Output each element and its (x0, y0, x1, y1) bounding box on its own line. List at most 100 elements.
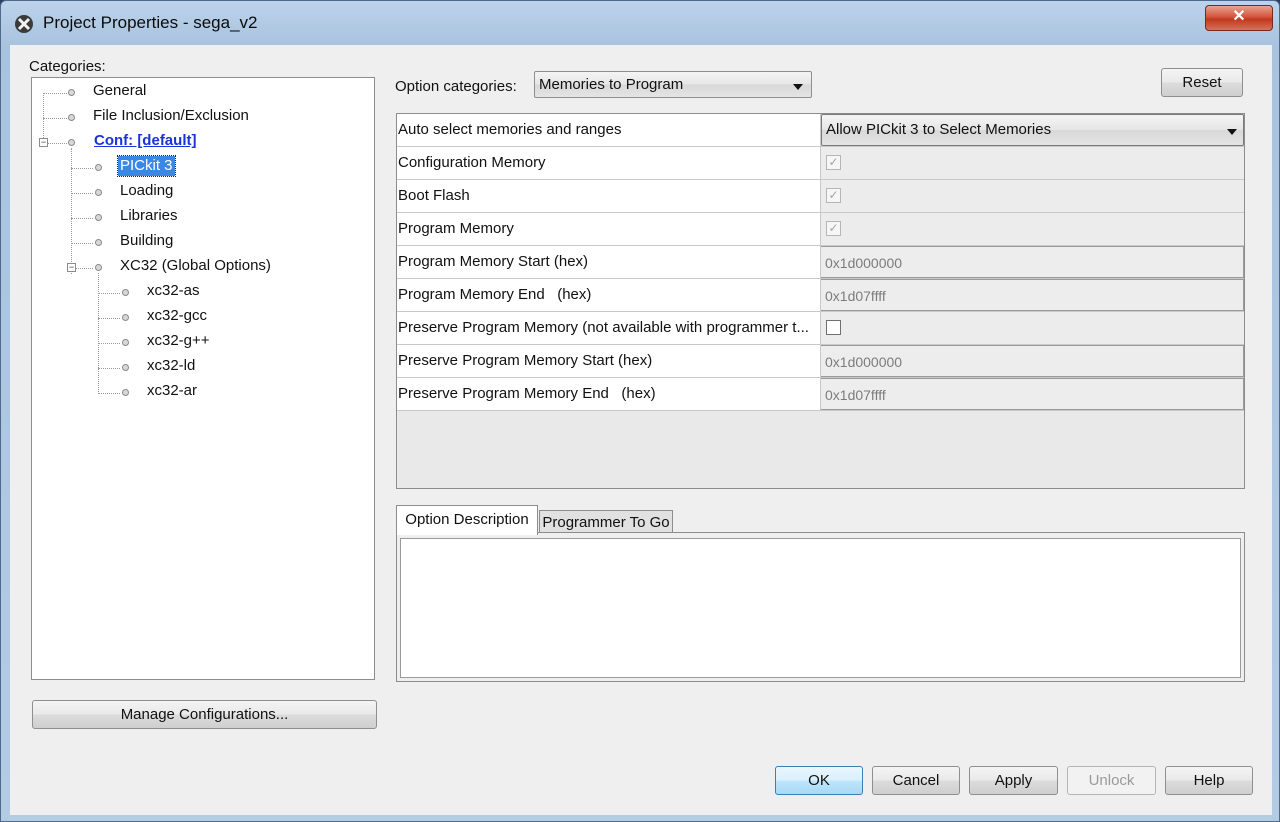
option-categories-label: Option categories: (395, 78, 517, 95)
unlock-button[interactable]: Unlock (1067, 766, 1156, 795)
close-icon: ✕ (1232, 8, 1246, 25)
node-icon (68, 89, 75, 96)
property-name: Preserve Program Memory Start (hex) (397, 345, 821, 377)
tree-connector (98, 393, 120, 394)
collapse-xc32-icon[interactable]: − (67, 263, 76, 272)
tree-connector (48, 143, 67, 144)
close-button[interactable]: ✕ (1205, 5, 1273, 31)
node-icon (95, 189, 102, 196)
property-value: ✓ (821, 147, 1244, 179)
tree-item-loading[interactable]: Loading (120, 182, 173, 199)
property-name: Preserve Program Memory End (hex) (397, 378, 821, 410)
node-icon (95, 214, 102, 221)
tree-item-xc32-global[interactable]: XC32 (Global Options) (120, 257, 271, 274)
tree-connector (43, 118, 67, 119)
node-icon (122, 339, 129, 346)
title-bar[interactable]: Project Properties - sega_v2 ✕ (1, 1, 1279, 45)
ok-button[interactable]: OK (775, 766, 863, 795)
property-row: Program Memory Start (hex) 0x1d000000 (397, 246, 1244, 279)
property-row: Boot Flash ✓ (397, 180, 1244, 213)
property-value: ✓ (821, 180, 1244, 212)
tree-connector (76, 268, 93, 269)
option-description-text (400, 538, 1241, 678)
property-row: Program Memory End (hex) 0x1d07ffff (397, 279, 1244, 312)
tree-item-pickit3[interactable]: PICkit 3 (117, 155, 176, 177)
categories-tree[interactable]: − − General File Inclusion/Exclusion Con… (31, 77, 375, 680)
program-memory-checkbox[interactable]: ✓ (826, 221, 841, 236)
chevron-down-icon (1227, 129, 1237, 135)
field-value: 0x1d000000 (825, 255, 903, 271)
property-value: ✓ (821, 213, 1244, 245)
tree-item-xc32-ld[interactable]: xc32-ld (147, 357, 195, 374)
help-button[interactable]: Help (1165, 766, 1253, 795)
node-icon (122, 389, 129, 396)
property-row: Configuration Memory ✓ (397, 147, 1244, 180)
mplab-x-icon (15, 15, 33, 33)
node-icon (95, 239, 102, 246)
option-description-panel (396, 532, 1245, 682)
node-icon (122, 289, 129, 296)
property-name: Program Memory End (hex) (397, 279, 821, 311)
program-memory-start-field[interactable]: 0x1d000000 (821, 246, 1244, 278)
tree-connector (43, 93, 67, 94)
property-name: Auto select memories and ranges (397, 114, 821, 146)
property-name: Program Memory (397, 213, 821, 245)
boot-flash-checkbox[interactable]: ✓ (826, 188, 841, 203)
tree-connector (71, 148, 72, 274)
node-icon (68, 139, 75, 146)
field-value: 0x1d07ffff (825, 387, 886, 403)
property-name: Program Memory Start (hex) (397, 246, 821, 278)
categories-label: Categories: (29, 58, 106, 75)
property-name: Boot Flash (397, 180, 821, 212)
property-row: Program Memory ✓ (397, 213, 1244, 246)
tree-connector (71, 218, 93, 219)
tree-item-xc32-gpp[interactable]: xc32-g++ (147, 332, 210, 349)
property-value (821, 312, 1244, 344)
chevron-down-icon (793, 84, 803, 90)
node-icon (95, 164, 102, 171)
reset-button[interactable]: Reset (1161, 68, 1243, 97)
property-name: Configuration Memory (397, 147, 821, 179)
configuration-memory-checkbox[interactable]: ✓ (826, 155, 841, 170)
tree-connector (98, 343, 120, 344)
tree-item-building[interactable]: Building (120, 232, 173, 249)
dialog-body: Categories: − − General File Inclusion/E… (10, 45, 1272, 815)
program-memory-end-field[interactable]: 0x1d07ffff (821, 279, 1244, 311)
node-icon (68, 114, 75, 121)
option-categories-value: Memories to Program (539, 76, 684, 93)
tree-connector (71, 193, 93, 194)
option-categories-select[interactable]: Memories to Program (534, 71, 812, 98)
tab-option-description[interactable]: Option Description (396, 505, 538, 535)
tree-item-file-inclusion[interactable]: File Inclusion/Exclusion (93, 107, 249, 124)
property-row: Preserve Program Memory End (hex) 0x1d07… (397, 378, 1244, 411)
property-row: Auto select memories and ranges Allow PI… (397, 114, 1244, 147)
preserve-program-memory-checkbox[interactable] (826, 320, 841, 335)
tree-item-xc32-ar[interactable]: xc32-ar (147, 382, 197, 399)
preserve-memory-end-field[interactable]: 0x1d07ffff (821, 378, 1244, 410)
window-title: Project Properties - sega_v2 (43, 13, 258, 32)
apply-button[interactable]: Apply (969, 766, 1058, 795)
auto-select-memories-value: Allow PICkit 3 to Select Memories (826, 121, 1052, 138)
collapse-conf-icon[interactable]: − (39, 138, 48, 147)
tree-item-xc32-as[interactable]: xc32-as (147, 282, 200, 299)
tree-connector (71, 243, 93, 244)
tree-item-conf-default[interactable]: Conf: [default] (94, 132, 196, 149)
tree-item-xc32-gcc[interactable]: xc32-gcc (147, 307, 207, 324)
node-icon (95, 264, 102, 271)
cancel-button[interactable]: Cancel (872, 766, 960, 795)
property-row: Preserve Program Memory (not available w… (397, 312, 1244, 345)
auto-select-memories-select[interactable]: Allow PICkit 3 to Select Memories (821, 114, 1244, 146)
manage-configurations-button[interactable]: Manage Configurations... (32, 700, 377, 729)
preserve-memory-start-field[interactable]: 0x1d000000 (821, 345, 1244, 377)
field-value: 0x1d07ffff (825, 288, 886, 304)
tree-item-general[interactable]: General (93, 82, 146, 99)
tree-connector (98, 318, 120, 319)
tree-connector (98, 368, 120, 369)
field-value: 0x1d000000 (825, 354, 903, 370)
property-row: Preserve Program Memory Start (hex) 0x1d… (397, 345, 1244, 378)
properties-grid: Auto select memories and ranges Allow PI… (396, 113, 1245, 489)
node-icon (122, 314, 129, 321)
tree-connector (98, 293, 120, 294)
tree-item-libraries[interactable]: Libraries (120, 207, 178, 224)
tree-connector (98, 273, 99, 394)
